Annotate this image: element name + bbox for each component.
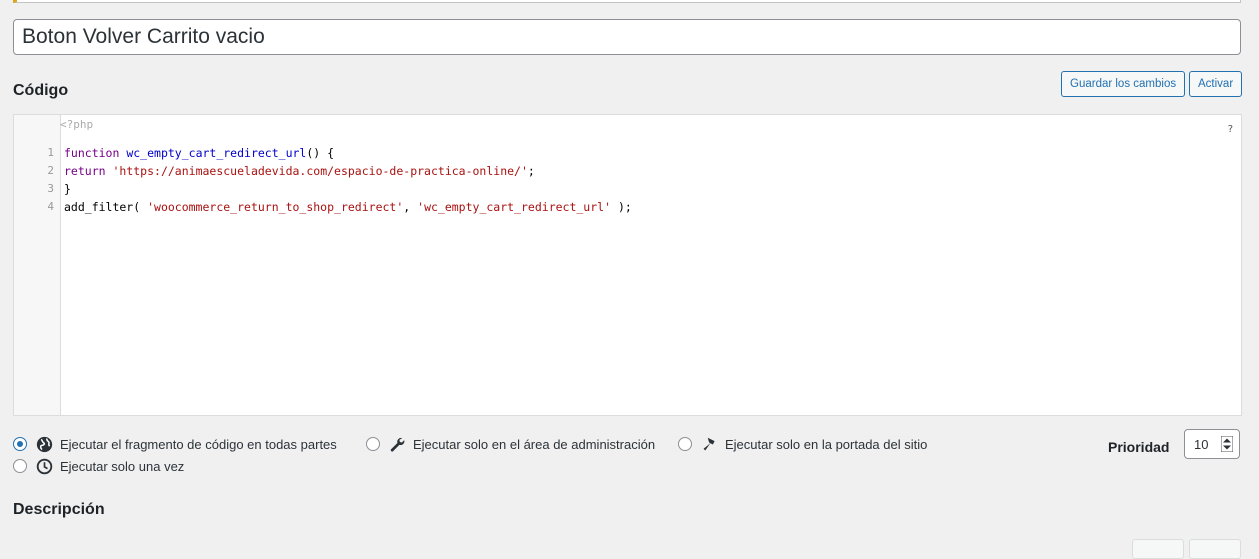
editor-toolbar-button[interactable] (1132, 539, 1184, 559)
scope-label-admin: Ejecutar solo en el área de administraci… (413, 436, 656, 452)
scope-radio-once[interactable] (13, 459, 27, 473)
scope-label-frontend: Ejecutar solo en la portada del sitio (725, 436, 928, 452)
description-heading: Descripción (13, 501, 105, 518)
scope-radio-everywhere[interactable] (13, 437, 27, 451)
code-token: add_filter( (64, 200, 148, 214)
code-line[interactable]: add_filter( 'woocommerce_return_to_shop_… (64, 198, 632, 216)
code-token: 'https://animaescueladevida.com/espacio-… (112, 164, 528, 178)
code-heading: Código (13, 82, 69, 99)
hammer-icon (701, 436, 718, 453)
priority-input[interactable]: 10 (1184, 429, 1240, 459)
help-icon[interactable]: ? (1228, 124, 1233, 135)
code-token: wc_empty_cart_redirect_url (126, 146, 307, 160)
code-token: 'wc_empty_cart_redirect_url' (417, 200, 612, 214)
code-token: ); (611, 200, 632, 214)
line-gutter: 1 2 3 4 (14, 115, 61, 415)
line-number: 4 (47, 200, 54, 213)
code-token: function (64, 146, 120, 160)
priority-label: Prioridad (1108, 439, 1170, 455)
globe-icon (36, 436, 53, 453)
save-changes-button[interactable]: Guardar los cambios (1061, 71, 1186, 97)
scope-option-admin[interactable]: Ejecutar solo en el área de administraci… (366, 434, 655, 454)
scope-radio-frontend[interactable] (678, 437, 692, 451)
number-spinner-icon[interactable] (1220, 435, 1234, 453)
wrench-icon (389, 436, 406, 453)
activate-button[interactable]: Activar (1189, 71, 1243, 97)
code-editor[interactable]: 1 2 3 4 <?php ? function wc_empty_cart_r… (13, 114, 1242, 416)
code-line[interactable]: } (64, 180, 71, 198)
code-token: , (403, 200, 418, 214)
code-token: 'woocommerce_return_to_shop_redirect' (147, 200, 404, 214)
code-token: } (64, 182, 71, 196)
snippet-title-input[interactable] (13, 19, 1241, 55)
code-token: () { (306, 146, 335, 160)
line-number: 1 (47, 146, 54, 159)
clock-icon (36, 458, 53, 475)
editor-toolbar-button[interactable] (1189, 539, 1241, 559)
notice-edge (13, 0, 1241, 3)
code-line[interactable]: return 'https://animaescueladevida.com/e… (64, 162, 535, 180)
code-token: ; (527, 164, 535, 178)
scope-option-frontend[interactable]: Ejecutar solo en la portada del sitio (678, 434, 927, 454)
scope-label-once: Ejecutar solo una vez (60, 458, 185, 474)
line-number: 2 (47, 164, 54, 177)
code-token: return (64, 164, 106, 178)
scope-label-everywhere: Ejecutar el fragmento de código en todas… (60, 436, 337, 452)
line-number: 3 (47, 182, 54, 195)
scope-option-once[interactable]: Ejecutar solo una vez (13, 456, 184, 476)
php-open-tag: <?php (60, 118, 94, 131)
scope-radio-admin[interactable] (366, 437, 380, 451)
code-line[interactable]: function wc_empty_cart_redirect_url() { (64, 144, 334, 162)
scope-option-everywhere[interactable]: Ejecutar el fragmento de código en todas… (13, 434, 337, 454)
priority-value: 10 (1194, 437, 1209, 452)
